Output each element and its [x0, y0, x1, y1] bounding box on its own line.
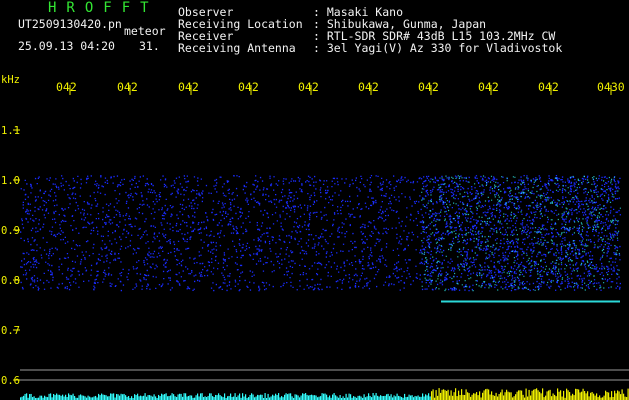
amplitude-strip	[20, 388, 629, 400]
noise-band	[20, 175, 621, 292]
spectrogram-plot	[13, 85, 629, 400]
